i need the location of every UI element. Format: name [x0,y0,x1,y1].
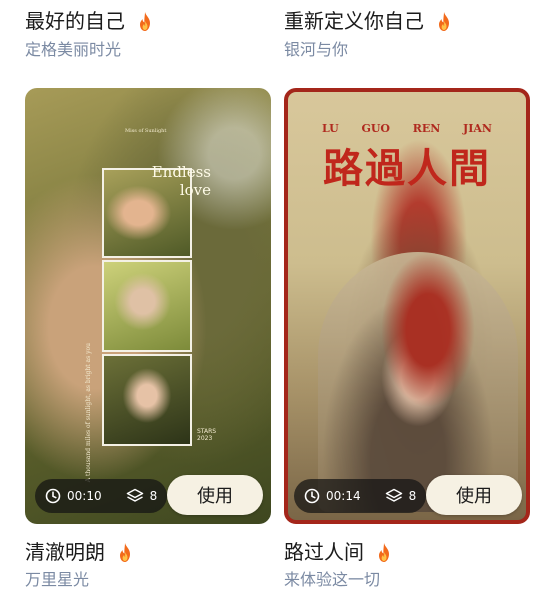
template-title[interactable]: 清澈明朗 [25,540,105,564]
poster-heading: 路過人間 [323,145,491,192]
template-layer-count: 8 [149,489,158,503]
collage-top-caption: Miss of Sunlight [125,128,167,134]
flame-icon [379,542,389,562]
template-title[interactable]: 重新定义你自己 [284,9,424,33]
pinyin-syllable: GUO [361,122,391,135]
collage-heading-line: love [179,181,211,199]
template-duration: 00:10 [67,489,102,503]
template-card-passing-world[interactable]: LU GUO REN JIAN 路過人間 00:14 8 使用 [284,88,530,524]
template-title-row[interactable]: 清澈明朗 [25,540,133,564]
collage-photo [102,260,192,352]
clock-icon [304,488,320,504]
template-title-row[interactable]: 重新定义你自己 [284,9,452,33]
collage-corner-caption: STARS 2023 [197,428,216,442]
corner-line: 2023 [197,435,213,442]
template-subtitle: 来体验这一切 [284,570,381,589]
template-title-row[interactable]: 最好的自己 [25,9,153,33]
clock-icon [45,488,61,504]
collage-heading: Endless love [152,163,211,199]
template-subtitle: 定格美丽时光 [25,40,122,59]
template-card-clear[interactable]: Miss of Sunlight Endless love A thousand… [25,88,271,524]
template-subtitle: 银河与你 [284,40,349,59]
template-title-row[interactable]: 路过人间 [284,540,392,564]
collage-photo [102,354,192,446]
pinyin-syllable: JIAN [463,122,492,135]
pinyin-syllable: REN [412,122,441,135]
template-layer-count: 8 [408,489,417,503]
use-template-button[interactable]: 使用 [426,475,522,515]
template-meta-pill: 00:14 8 [294,479,427,513]
template-duration: 00:14 [326,489,361,503]
layers-icon [126,488,143,502]
template-title[interactable]: 最好的自己 [25,9,125,33]
collage-heading-line: Endless [151,163,211,181]
mirror-portrait [318,252,518,512]
collage-vertical-caption: A thousand miles of sunlight, as bright … [85,343,92,483]
pinyin-row: LU GUO REN JIAN [322,122,492,135]
flame-icon [140,11,150,31]
template-meta-pill: 00:10 8 [35,479,168,513]
use-template-button[interactable]: 使用 [167,475,263,515]
pinyin-syllable: LU [322,122,339,135]
flame-icon [120,542,130,562]
template-subtitle: 万里星光 [25,570,90,589]
template-background: LU GUO REN JIAN 路過人間 [288,92,526,520]
corner-line: STARS [197,428,217,435]
flame-icon [439,11,449,31]
layers-icon [385,488,402,502]
template-title[interactable]: 路过人间 [284,540,364,564]
